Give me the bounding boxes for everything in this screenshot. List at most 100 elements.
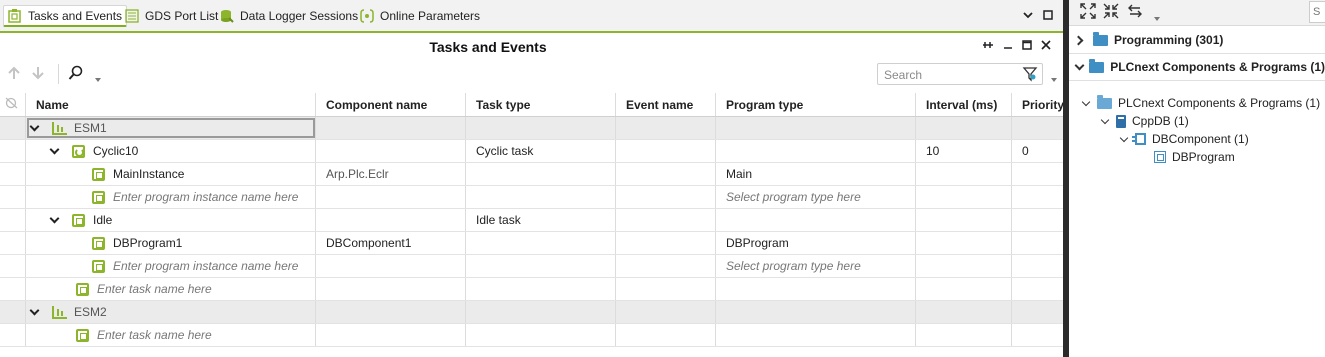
column-header-priority[interactable]: Priority <box>1012 93 1063 116</box>
cell-task-type[interactable] <box>466 232 616 254</box>
cell-task-type[interactable] <box>466 324 616 346</box>
table-row[interactable]: ESM2 <box>0 301 1063 324</box>
cell-event-name[interactable] <box>616 324 716 346</box>
components-search-input[interactable] <box>1309 1 1325 23</box>
cell-priority[interactable] <box>1012 209 1063 231</box>
cell-program-type[interactable] <box>716 209 916 231</box>
cell-component-name[interactable] <box>316 117 466 139</box>
cell-priority[interactable] <box>1012 278 1063 300</box>
tab-online-parameters[interactable]: Online Parameters <box>356 5 484 27</box>
cell-name[interactable]: Idle <box>26 209 316 231</box>
cell-program-type[interactable] <box>716 278 916 300</box>
sync-button[interactable] <box>1126 3 1144 21</box>
cell-name[interactable]: Enter task name here <box>26 278 316 300</box>
cell-interval[interactable] <box>916 209 1012 231</box>
cell-task-type[interactable] <box>466 301 616 323</box>
cell-event-name[interactable] <box>616 117 716 139</box>
maximize-tab-area-button[interactable] <box>1041 9 1055 23</box>
cell-program-type[interactable]: Select program type here <box>716 186 916 208</box>
cell-interval[interactable] <box>916 186 1012 208</box>
chevron-down-icon[interactable] <box>50 146 60 156</box>
cell-task-type[interactable]: Cyclic task <box>466 140 616 162</box>
cell-component-name[interactable]: DBComponent1 <box>316 232 466 254</box>
cell-component-name[interactable]: Arp.Plc.Eclr <box>316 163 466 185</box>
table-row[interactable]: Cyclic10 Cyclic task 10 0 <box>0 140 1063 163</box>
cell-event-name[interactable] <box>616 301 716 323</box>
column-header-name[interactable]: Name <box>26 93 316 116</box>
cell-priority[interactable] <box>1012 232 1063 254</box>
chevron-down-icon[interactable] <box>30 123 40 133</box>
toolbar-overflow-dropdown[interactable] <box>1050 74 1058 82</box>
cell-program-type[interactable]: Select program type here <box>716 255 916 277</box>
cell-program-type[interactable]: DBProgram <box>716 232 916 254</box>
tab-data-logger-sessions[interactable]: Data Logger Sessions <box>216 5 362 27</box>
cell-interval[interactable] <box>916 232 1012 254</box>
cell-task-type[interactable] <box>466 117 616 139</box>
cell-priority[interactable] <box>1012 163 1063 185</box>
cell-component-name[interactable] <box>316 186 466 208</box>
search-input[interactable] <box>884 67 1014 83</box>
cell-component-name[interactable] <box>316 255 466 277</box>
cell-priority[interactable]: 0 <box>1012 140 1063 162</box>
chevron-down-icon[interactable] <box>50 215 60 225</box>
cell-priority[interactable] <box>1012 301 1063 323</box>
minimize-button[interactable] <box>1001 39 1015 53</box>
tab-gds-port-list[interactable]: GDS Port List <box>121 5 222 27</box>
section-plcnext-components[interactable]: PLCnext Components & Programs (1) <box>1069 54 1325 81</box>
cell-name[interactable]: ESM1 <box>26 117 316 139</box>
find-options-dropdown[interactable] <box>94 74 102 82</box>
move-down-button[interactable] <box>30 66 46 82</box>
chevron-down-icon[interactable] <box>1121 135 1129 143</box>
section-programming[interactable]: Programming (301) <box>1069 27 1325 54</box>
cell-name[interactable]: MainInstance <box>26 163 316 185</box>
cell-component-name[interactable] <box>316 301 466 323</box>
cell-event-name[interactable] <box>616 232 716 254</box>
cell-program-type[interactable] <box>716 324 916 346</box>
table-row[interactable]: DBProgram1 DBComponent1 DBProgram <box>0 232 1063 255</box>
cell-component-name[interactable] <box>316 324 466 346</box>
cell-priority[interactable] <box>1012 255 1063 277</box>
cell-name[interactable]: ESM2 <box>26 301 316 323</box>
table-row[interactable]: ESM1 <box>0 117 1063 140</box>
pin-button[interactable] <box>981 39 995 53</box>
cell-program-type[interactable] <box>716 140 916 162</box>
table-row[interactable]: MainInstance Arp.Plc.Eclr Main <box>0 163 1063 186</box>
cell-task-type[interactable] <box>466 186 616 208</box>
filter-search-icon[interactable] <box>1022 67 1038 85</box>
chevron-down-icon[interactable] <box>30 307 40 317</box>
expand-all-button[interactable] <box>1079 2 1097 21</box>
tree-node-plcnext-components[interactable]: PLCnext Components & Programs (1) <box>1083 94 1320 112</box>
cell-event-name[interactable] <box>616 186 716 208</box>
cell-name[interactable]: Enter program instance name here <box>26 186 316 208</box>
tab-list-dropdown-button[interactable] <box>1021 9 1035 23</box>
cell-priority[interactable] <box>1012 117 1063 139</box>
cell-priority[interactable] <box>1012 186 1063 208</box>
chevron-down-icon[interactable] <box>1083 99 1091 107</box>
cell-interval[interactable] <box>916 163 1012 185</box>
cell-program-type[interactable] <box>716 301 916 323</box>
cell-interval[interactable] <box>916 301 1012 323</box>
move-up-button[interactable] <box>6 66 22 82</box>
collapse-all-button[interactable] <box>1102 3 1120 21</box>
cell-interval[interactable] <box>916 117 1012 139</box>
cell-event-name[interactable] <box>616 278 716 300</box>
cell-name[interactable]: DBProgram1 <box>26 232 316 254</box>
table-row[interactable]: Enter task name here <box>0 278 1063 301</box>
column-header-component-name[interactable]: Component name <box>316 93 466 116</box>
tree-node-dbcomponent[interactable]: DBComponent (1) <box>1121 130 1249 148</box>
cell-event-name[interactable] <box>616 140 716 162</box>
cell-task-type[interactable]: Idle task <box>466 209 616 231</box>
tab-tasks-and-events[interactable]: Tasks and Events <box>3 5 128 27</box>
cell-task-type[interactable] <box>466 255 616 277</box>
column-header-event-name[interactable]: Event name <box>616 93 716 116</box>
cell-event-name[interactable] <box>616 255 716 277</box>
table-row[interactable]: Enter program instance name here Select p… <box>0 186 1063 209</box>
cell-event-name[interactable] <box>616 209 716 231</box>
tree-node-dbprogram[interactable]: DBProgram <box>1154 148 1235 166</box>
cell-component-name[interactable] <box>316 140 466 162</box>
cell-component-name[interactable] <box>316 278 466 300</box>
cell-program-type[interactable]: Main <box>716 163 916 185</box>
table-row[interactable]: Enter task name here <box>0 324 1063 347</box>
cell-interval[interactable] <box>916 255 1012 277</box>
sync-options-dropdown[interactable] <box>1153 12 1161 21</box>
